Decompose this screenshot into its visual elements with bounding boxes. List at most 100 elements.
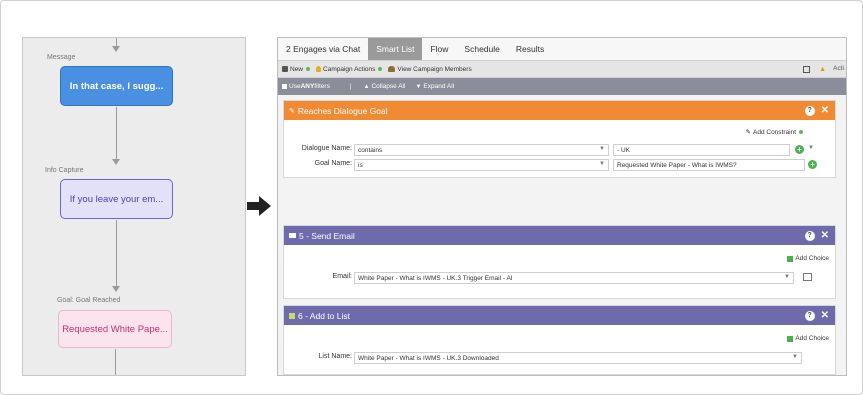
expand-all-label: Expand All xyxy=(423,83,455,90)
add-constraint-icon: ✎ xyxy=(745,129,751,136)
dropdown-indicator-icon xyxy=(799,130,803,134)
actions-label[interactable]: Acti xyxy=(833,65,844,72)
message-node-label: Message xyxy=(47,54,76,61)
collapse-icon: ▲ xyxy=(363,83,370,90)
tab-bar: 2 Engages via Chat Smart List Flow Sched… xyxy=(278,38,846,61)
help-icon[interactable]: ? xyxy=(804,105,815,116)
chevron-down-icon: ▼ xyxy=(599,161,605,167)
info-capture-node[interactable]: If you leave your em... xyxy=(60,179,173,219)
people-icon xyxy=(388,66,396,72)
campaign-actions-menu[interactable]: Campaign Actions xyxy=(316,65,383,73)
goal-node-text: Requested White Pape... xyxy=(62,323,168,335)
new-label: New xyxy=(290,65,304,73)
help-icon[interactable]: ? xyxy=(804,230,815,241)
new-icon xyxy=(282,66,288,72)
calendar-icon[interactable] xyxy=(803,66,810,73)
toolbar-separator: | xyxy=(349,83,352,90)
add-constraint-link[interactable]: ✎ Add Constraint xyxy=(746,128,803,136)
new-menu[interactable]: New xyxy=(282,65,311,73)
collapse-all-label: Collapse All xyxy=(371,83,406,90)
dialogue-operator-select[interactable]: contains ▼ xyxy=(354,144,609,156)
info-node-label: Info Capture xyxy=(45,167,84,174)
close-icon[interactable]: ✕ xyxy=(821,105,829,116)
dialogue-value-text: - UK xyxy=(617,146,630,154)
close-icon[interactable]: ✕ xyxy=(821,230,829,241)
list-name-value: White Paper - What is IWMS - UK.3 Downlo… xyxy=(358,354,499,362)
warning-icon: ▲ xyxy=(819,66,826,73)
add-choice-icon xyxy=(787,255,794,262)
dialogue-flow-panel: Message In that case, I sugg... Info Cap… xyxy=(22,37,246,376)
dropdown-indicator-icon xyxy=(306,67,311,71)
list-icon xyxy=(289,312,295,319)
dialogue-value-field[interactable]: - UK xyxy=(613,144,790,156)
chevron-down-icon: ▼ xyxy=(599,146,605,152)
action-toolbar: New Campaign Actions View Campaign Membe… xyxy=(278,61,846,78)
goal-operator-select[interactable]: is ▼ xyxy=(354,159,609,171)
collapse-all-button[interactable]: ▲ Collapse All xyxy=(364,83,406,90)
marketing-app-window: 2 Engages via Chat Smart List Flow Sched… xyxy=(277,37,847,376)
email-icon xyxy=(289,233,296,238)
tab-flow[interactable]: Flow xyxy=(422,38,456,60)
connector-line xyxy=(116,38,117,46)
expand-icon: ▼ xyxy=(415,83,422,90)
lightbulb-icon xyxy=(316,66,322,72)
dropdown-indicator-icon xyxy=(378,67,383,71)
add-choice-link[interactable]: Add Choice xyxy=(787,255,829,262)
use-prefix: Use xyxy=(289,83,301,90)
add-value-icon[interactable]: + xyxy=(808,160,817,169)
view-members-label: View Campaign Members xyxy=(397,65,472,73)
add-value-icon[interactable]: + xyxy=(795,145,804,154)
filter-card: ✎ Reaches Dialogue Goal ? ✕ ✎ Add Constr… xyxy=(283,100,836,178)
goal-node[interactable]: Requested White Pape... xyxy=(58,310,172,348)
info-node-text: If you leave your em... xyxy=(69,193,164,205)
add-choice-label: Add Choice xyxy=(795,255,829,262)
goal-operator-value: is xyxy=(358,161,363,169)
message-node-text: In that case, I sugg... xyxy=(69,80,164,92)
message-node[interactable]: In that case, I sugg... xyxy=(60,66,173,106)
tab-schedule[interactable]: Schedule xyxy=(456,38,507,60)
chevron-down-icon: ▼ xyxy=(784,274,790,280)
dialogue-operator-value: contains xyxy=(358,146,383,154)
help-icon[interactable]: ? xyxy=(804,310,815,321)
list-name-label: List Name: xyxy=(318,353,352,360)
chevron-down-icon[interactable]: ▼ xyxy=(808,145,832,151)
pencil-icon: ✎ xyxy=(289,107,295,115)
filter-card-header: ✎ Reaches Dialogue Goal ? ✕ xyxy=(284,101,835,120)
use-any-filters-button[interactable]: Use ANY filters xyxy=(282,83,330,90)
add-choice-icon xyxy=(787,335,794,342)
connector-arrow xyxy=(112,286,120,292)
use-any-bold: ANY xyxy=(300,83,315,90)
email-label: Email: xyxy=(332,273,352,280)
add-to-list-step-card: 6 - Add to List ? ✕ Add Choice List Name… xyxy=(283,305,836,375)
campaign-actions-label: Campaign Actions xyxy=(323,65,376,73)
tab-engages-via-chat[interactable]: 2 Engages via Chat xyxy=(278,38,368,60)
tab-results[interactable]: Results xyxy=(508,38,552,60)
use-suffix: filters xyxy=(314,83,330,90)
email-select[interactable]: White Paper - What is IWMS - UK.3 Trigge… xyxy=(354,272,794,284)
goal-value-text: Requested White Paper - What is IWMS? xyxy=(617,161,737,169)
goal-node-label: Goal: Goal Reached xyxy=(57,297,121,304)
connector-line xyxy=(116,220,117,287)
connector-arrow xyxy=(112,159,120,165)
filter-toolbar: Use ANY filters | ▲ Collapse All ▼ Expan… xyxy=(278,78,846,95)
view-campaign-members-button[interactable]: View Campaign Members xyxy=(388,65,472,73)
preview-icon[interactable] xyxy=(803,273,812,281)
add-choice-link[interactable]: Add Choice xyxy=(787,335,829,342)
filter-icon xyxy=(282,84,287,89)
send-email-title: 5 - Send Email xyxy=(299,230,355,241)
add-constraint-label: Add Constraint xyxy=(753,128,796,136)
right-arrow-icon xyxy=(247,196,271,216)
dialogue-name-label: Dialogue Name: xyxy=(301,145,352,152)
add-to-list-title: 6 - Add to List xyxy=(298,310,350,321)
goal-name-label: Goal Name: xyxy=(314,160,352,167)
add-to-list-step-header: 6 - Add to List ? ✕ xyxy=(284,306,835,325)
expand-all-button[interactable]: ▼ Expand All xyxy=(415,83,454,90)
close-icon[interactable]: ✕ xyxy=(821,310,829,321)
chevron-down-icon: ▼ xyxy=(792,354,798,360)
goal-value-field[interactable]: Requested White Paper - What is IWMS? xyxy=(613,159,805,171)
send-email-step-header: 5 - Send Email ? ✕ xyxy=(284,226,835,245)
connector-arrow xyxy=(112,46,120,52)
tab-smart-list[interactable]: Smart List xyxy=(368,38,423,60)
filter-title: Reaches Dialogue Goal xyxy=(297,105,388,116)
list-name-select[interactable]: White Paper - What is IWMS - UK.3 Downlo… xyxy=(354,352,802,364)
